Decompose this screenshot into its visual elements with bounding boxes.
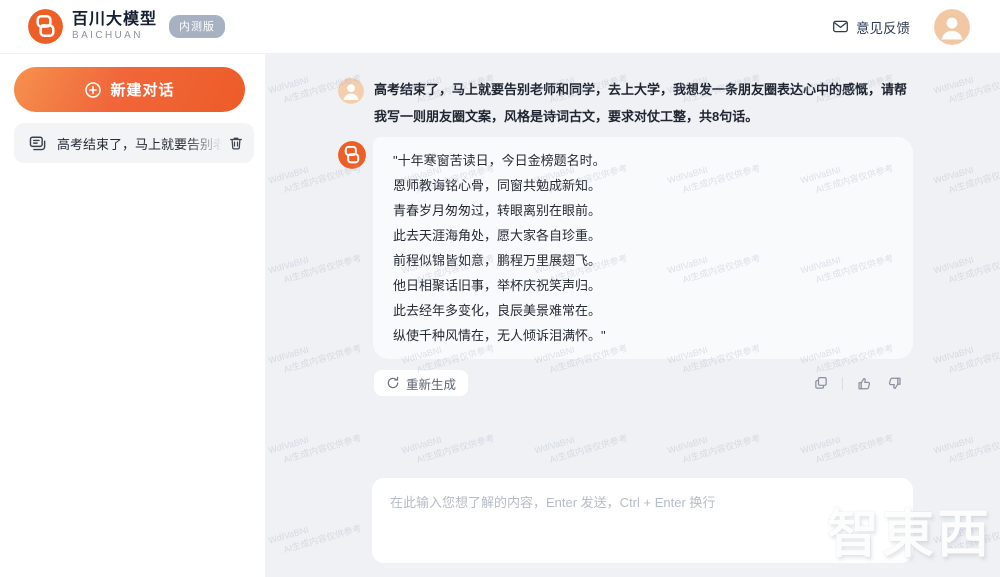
ai-watermark-tile: WdIVaBNIAI生成内容仅供参考 (400, 419, 496, 469)
refresh-icon (386, 376, 400, 390)
chat-scroll-region[interactable]: 高考结束了，马上就要告别老师和同学，去上大学，我想发一条朋友圈表达心中的感慨，请… (265, 54, 1000, 396)
assistant-message-bubble: "十年寒窗苦读日，今日金榜题名时。恩师教诲铭心骨，同窗共勉成新知。青春岁月匆匆过… (373, 137, 913, 359)
new-chat-label: 新建对话 (110, 79, 174, 100)
assistant-poem-line: 此去天涯海角处，愿大家各自珍重。 (393, 223, 893, 248)
conversation-title-wrap: 高考结束了，马上就要告别老师和 (57, 134, 222, 152)
message-actions-row: 重新生成 (374, 370, 913, 396)
brand-text: 百川大模型 BAICHUAN (72, 12, 157, 41)
thumbs-down-button[interactable] (886, 375, 903, 392)
assistant-avatar-baichuan-logo-icon (338, 141, 366, 169)
sidebar: 新建对话 高考结束了，马上就要告别老师和 (0, 54, 265, 577)
person-icon (338, 78, 364, 104)
trash-icon (228, 135, 244, 151)
new-chat-button[interactable]: 新建对话 (14, 67, 245, 112)
ai-watermark-tile: WdIVaBNIAI生成内容仅供参考 (799, 419, 895, 469)
thumbs-down-icon (886, 375, 903, 392)
user-message-row: 高考结束了，马上就要告别老师和同学，去上大学，我想发一条朋友圈表达心中的感慨，请… (338, 76, 913, 130)
icon-divider (842, 377, 843, 390)
ai-watermark-tile: WdIVaBNIAI生成内容仅供参考 (932, 509, 1000, 559)
assistant-poem-line: 他日相聚话旧事，举杯庆祝笑声归。 (393, 273, 893, 298)
copy-button[interactable] (813, 375, 829, 391)
assistant-poem-line: 此去经年多变化，良辰美景难常在。 (393, 298, 893, 323)
user-avatar[interactable] (934, 9, 970, 45)
header: 百川大模型 BAICHUAN 内测版 意见反馈 (0, 0, 1000, 54)
ai-watermark-tile: WdIVaBNIAI生成内容仅供参考 (666, 419, 762, 469)
user-message-avatar (338, 78, 364, 104)
app-window: 百川大模型 BAICHUAN 内测版 意见反馈 (0, 0, 1000, 577)
assistant-message-text: "十年寒窗苦读日，今日金榜题名时。恩师教诲铭心骨，同窗共勉成新知。青春岁月匆匆过… (393, 148, 893, 348)
composer (372, 478, 913, 563)
header-right: 意见反馈 (832, 9, 970, 45)
conversation-list-item[interactable]: 高考结束了，马上就要告别老师和 (14, 123, 254, 163)
thumbs-up-icon (856, 375, 873, 392)
delete-conversation-button[interactable] (228, 135, 244, 151)
person-icon (934, 9, 970, 45)
feedback-link[interactable]: 意见反馈 (832, 17, 910, 37)
baichuan-logo-icon (28, 9, 63, 44)
copy-icon (813, 375, 829, 391)
chat-bubbles-icon (28, 134, 47, 153)
regenerate-label: 重新生成 (406, 374, 456, 393)
assistant-poem-line: 恩师教诲铭心骨，同窗共勉成新知。 (393, 173, 893, 198)
regenerate-button[interactable]: 重新生成 (374, 370, 468, 396)
ai-watermark-tile: WdIVaBNIAI生成内容仅供参考 (932, 419, 1000, 469)
assistant-message-row: "十年寒窗苦读日，今日金榜题名时。恩师教诲铭心骨，同窗共勉成新知。青春岁月匆匆过… (338, 137, 913, 359)
brand-subtitle: BAICHUAN (72, 31, 157, 41)
user-message-text: 高考结束了，马上就要告别老师和同学，去上大学，我想发一条朋友圈表达心中的感慨，请… (374, 76, 913, 130)
assistant-poem-line: "十年寒窗苦读日，今日金榜题名时。 (393, 148, 893, 173)
plus-circle-icon (84, 81, 102, 99)
beta-badge: 内测版 (169, 15, 225, 38)
ai-watermark-tile: WdIVaBNIAI生成内容仅供参考 (267, 419, 363, 469)
ai-watermark-tile: WdIVaBNIAI生成内容仅供参考 (533, 419, 629, 469)
brand: 百川大模型 BAICHUAN 内测版 (28, 9, 225, 44)
chat-area: 高考结束了，马上就要告别老师和同学，去上大学，我想发一条朋友圈表达心中的感慨，请… (265, 54, 1000, 577)
ai-watermark-tile: WdIVaBNIAI生成内容仅供参考 (267, 509, 363, 559)
feedback-label: 意见反馈 (856, 17, 910, 37)
body: 新建对话 高考结束了，马上就要告别老师和 (0, 54, 1000, 577)
assistant-poem-line: 青春岁月匆匆过，转眼离别在眼前。 (393, 198, 893, 223)
message-icon-group (813, 375, 913, 392)
brand-title: 百川大模型 (72, 12, 157, 28)
chat-input[interactable] (390, 492, 895, 549)
thumbs-up-button[interactable] (856, 375, 873, 392)
assistant-poem-line: 纵使千种风情在，无人倾诉泪满怀。" (393, 323, 893, 348)
assistant-poem-line: 前程似锦皆如意，鹏程万里展翅飞。 (393, 248, 893, 273)
mail-icon (832, 18, 849, 35)
conversation-title: 高考结束了，马上就要告别老师和 (57, 137, 222, 152)
